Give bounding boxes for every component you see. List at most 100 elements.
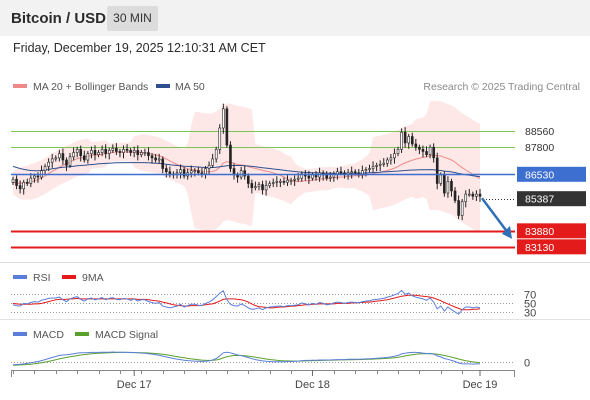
- projection-arrow: [481, 197, 509, 234]
- candle: [279, 181, 282, 183]
- legend-swatch-rsi: [13, 275, 27, 279]
- level-tag-label: 88560: [525, 126, 554, 138]
- candle: [157, 158, 161, 161]
- candle: [293, 178, 296, 181]
- candle: [368, 168, 371, 170]
- candle: [353, 171, 357, 174]
- candle: [296, 177, 300, 180]
- legend-swatch-macd-signal: [75, 332, 89, 336]
- candle: [478, 193, 482, 197]
- candle: [275, 181, 279, 183]
- candle: [79, 149, 83, 157]
- candle: [189, 170, 193, 174]
- macd-level-label: 0: [524, 358, 530, 370]
- candle: [375, 165, 378, 167]
- candle: [432, 146, 435, 159]
- candle: [268, 183, 271, 186]
- candle: [336, 171, 339, 175]
- candle: [250, 183, 254, 189]
- candle: [122, 149, 125, 153]
- candle: [218, 127, 222, 150]
- candle: [58, 153, 61, 159]
- candle: [468, 193, 471, 196]
- candle: [104, 149, 107, 154]
- candle: [136, 150, 140, 155]
- candle: [378, 163, 382, 166]
- legend-swatch-ma50: [156, 84, 170, 88]
- candle: [204, 168, 207, 175]
- candle: [389, 157, 393, 161]
- candle: [475, 193, 478, 197]
- legend-swatch-ma20: [13, 84, 27, 88]
- price-plot: 88560 87800 86530 85387 83880 83130: [11, 100, 586, 255]
- candle: [97, 152, 100, 155]
- candle: [125, 149, 129, 151]
- candle: [428, 146, 432, 155]
- candle: [93, 150, 97, 155]
- candle: [246, 175, 250, 184]
- candle: [129, 150, 132, 153]
- candle: [357, 172, 361, 175]
- candle: [261, 184, 264, 191]
- candle: [140, 152, 143, 155]
- candle: [453, 190, 457, 201]
- candle: [382, 162, 386, 165]
- rsi-line: [12, 289, 481, 315]
- candle: [311, 174, 314, 179]
- candle: [403, 131, 407, 144]
- candle: [161, 158, 165, 169]
- candle: [314, 174, 318, 178]
- candle: [418, 146, 421, 150]
- candle: [361, 170, 364, 175]
- macd-plot: 0: [11, 351, 530, 370]
- legend-label-rsi: RSI: [33, 272, 51, 284]
- level-tag-label: 83130: [525, 242, 554, 254]
- candle: [464, 193, 468, 202]
- candle: [371, 166, 375, 169]
- candle: [435, 157, 439, 184]
- candle: [457, 200, 460, 216]
- time-axis-label: Dec 18: [295, 379, 330, 391]
- candle: [460, 201, 464, 216]
- candle: [264, 185, 268, 191]
- candle: [396, 149, 400, 154]
- candle: [364, 169, 368, 171]
- legend-label-ma20: MA 20 + Bollinger Bands: [33, 81, 148, 93]
- candle: [100, 149, 104, 153]
- candle: [115, 147, 118, 152]
- time-axis-label: Dec 17: [117, 379, 152, 391]
- candle: [289, 179, 293, 182]
- time-axis-label: Dec 19: [463, 379, 498, 391]
- candle: [229, 144, 232, 169]
- candle: [443, 174, 446, 194]
- candle: [75, 149, 79, 153]
- candle: [90, 150, 93, 154]
- rsi-plot: 705030: [11, 290, 536, 320]
- candle: [86, 153, 90, 161]
- time-axis: Dec 17 Dec 18 Dec 19: [11, 370, 515, 391]
- candle: [271, 182, 275, 184]
- candle: [211, 158, 214, 166]
- legend-swatch-macd: [13, 332, 27, 336]
- candle: [15, 178, 18, 186]
- candle: [33, 175, 36, 179]
- candle: [197, 170, 200, 174]
- candle: [50, 158, 54, 163]
- candle: [400, 131, 403, 150]
- candle: [282, 181, 286, 183]
- candle: [339, 171, 343, 174]
- macd-signal-line: [12, 351, 481, 366]
- candle: [425, 151, 428, 155]
- chart-svg: MA 20 + Bollinger Bands MA 50 Research ©…: [0, 81, 590, 391]
- candle: [200, 172, 204, 175]
- candle: [386, 159, 389, 164]
- candle: [421, 149, 425, 152]
- candle: [214, 149, 218, 160]
- candle: [29, 177, 33, 184]
- legend-label-macd: MACD: [33, 329, 64, 341]
- rsi-ma-line: [12, 294, 481, 311]
- candle: [65, 159, 68, 166]
- legend-label-macd-signal: MACD Signal: [95, 329, 158, 341]
- candle: [439, 174, 443, 184]
- level-tag-label: 83880: [525, 226, 554, 238]
